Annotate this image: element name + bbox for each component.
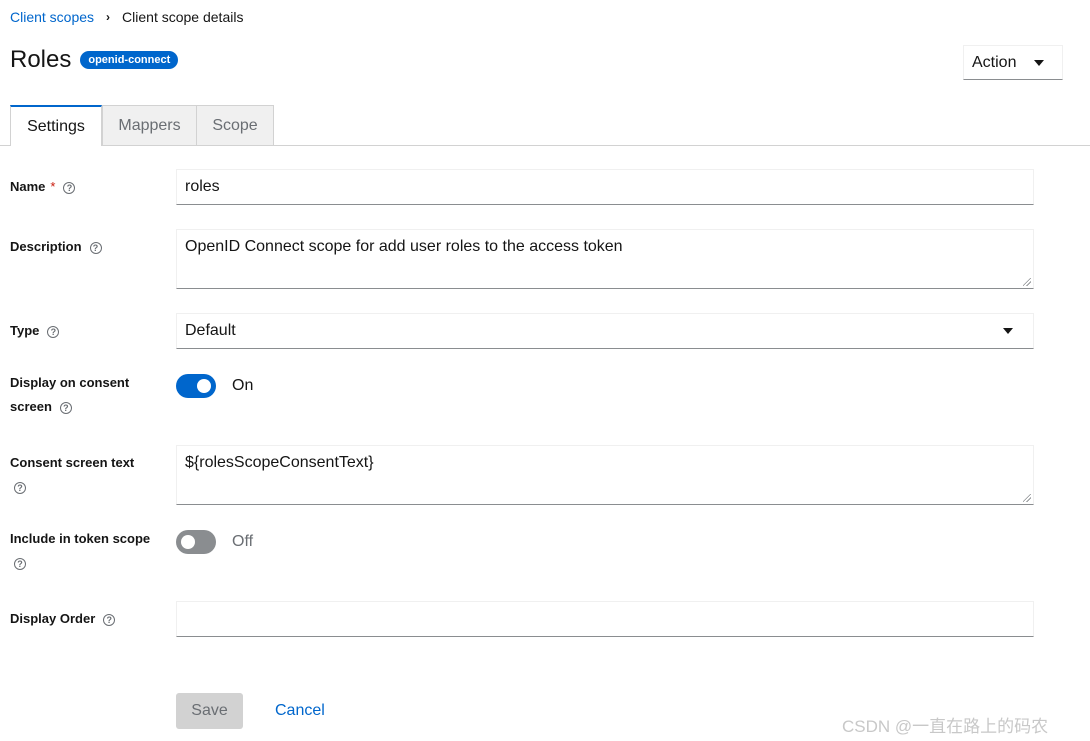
type-select[interactable]: Default	[176, 313, 1034, 349]
action-dropdown-label: Action	[972, 53, 1017, 71]
chevron-right-icon: ›	[106, 10, 111, 24]
name-label-group: Name *?	[10, 175, 76, 199]
watermark: CSDN @一直在路上的码农	[842, 717, 1049, 736]
cancel-button[interactable]: Cancel	[275, 693, 325, 729]
help-icon[interactable]: ?	[63, 181, 76, 194]
display-consent-label-group: Display on consent screen?	[10, 371, 129, 419]
token-scope-state: Off	[232, 533, 254, 550]
save-button[interactable]: Save	[176, 693, 243, 729]
help-icon[interactable]: ?	[14, 557, 26, 570]
token-scope-label-group: Include in token scope ?	[10, 527, 150, 575]
tab-scope[interactable]: Scope	[196, 105, 274, 145]
name-input-value: roles	[185, 178, 220, 195]
help-icon[interactable]: ?	[59, 401, 72, 414]
help-icon[interactable]: ?	[89, 241, 102, 254]
resize-handle-icon[interactable]	[1023, 278, 1031, 286]
description-value: OpenID Connect scope for add user roles …	[185, 238, 623, 255]
consent-text-textarea[interactable]: ${rolesScopeConsentText}	[176, 445, 1034, 505]
display-consent-toggle[interactable]	[176, 374, 216, 398]
breadcrumb: Client scopes › Client scope details	[10, 9, 243, 25]
display-consent-label-line1: Display on consent	[10, 375, 130, 390]
type-label-group: Type?	[10, 319, 60, 343]
display-order-label: Display Order	[10, 611, 96, 626]
help-icon[interactable]: ?	[14, 481, 26, 494]
required-mark: *	[50, 179, 56, 194]
description-textarea[interactable]: OpenID Connect scope for add user roles …	[176, 229, 1034, 289]
display-order-label-group: Display Order?	[10, 607, 116, 631]
consent-text-label-group: Consent screen text ?	[10, 451, 134, 499]
action-dropdown[interactable]: Action	[963, 45, 1063, 80]
tab-mappers[interactable]: Mappers	[102, 105, 196, 145]
name-label: Name	[10, 179, 46, 194]
page-header: Roles openid-connect	[10, 46, 179, 74]
description-label-group: Description?	[10, 235, 102, 259]
breadcrumb-client-scopes-link[interactable]: Client scopes	[10, 9, 94, 25]
display-consent-label-line2: screen	[10, 399, 52, 414]
caret-down-icon	[1034, 59, 1044, 66]
display-consent-state: On	[232, 377, 254, 394]
caret-down-icon	[1003, 328, 1013, 334]
protocol-badge: openid-connect	[80, 51, 179, 69]
breadcrumb-current: Client scope details	[122, 9, 244, 25]
type-select-value: Default	[185, 322, 236, 339]
tab-settings[interactable]: Settings	[10, 105, 102, 146]
tab-bar: Settings Mappers Scope	[0, 104, 1090, 146]
name-input[interactable]: roles	[176, 169, 1034, 205]
consent-text-label: Consent screen text	[10, 455, 135, 470]
token-scope-label: Include in token scope	[10, 531, 151, 546]
consent-text-value: ${rolesScopeConsentText}	[185, 454, 374, 471]
page-title: Roles	[10, 46, 72, 73]
resize-handle-icon[interactable]	[1023, 494, 1031, 502]
display-order-input[interactable]	[176, 601, 1034, 637]
help-icon[interactable]: ?	[103, 613, 116, 626]
toggle-knob	[197, 379, 211, 393]
type-label: Type	[10, 323, 40, 338]
description-label: Description	[10, 239, 82, 254]
help-icon[interactable]: ?	[47, 325, 60, 338]
token-scope-toggle[interactable]	[176, 530, 216, 554]
toggle-knob	[181, 535, 195, 549]
